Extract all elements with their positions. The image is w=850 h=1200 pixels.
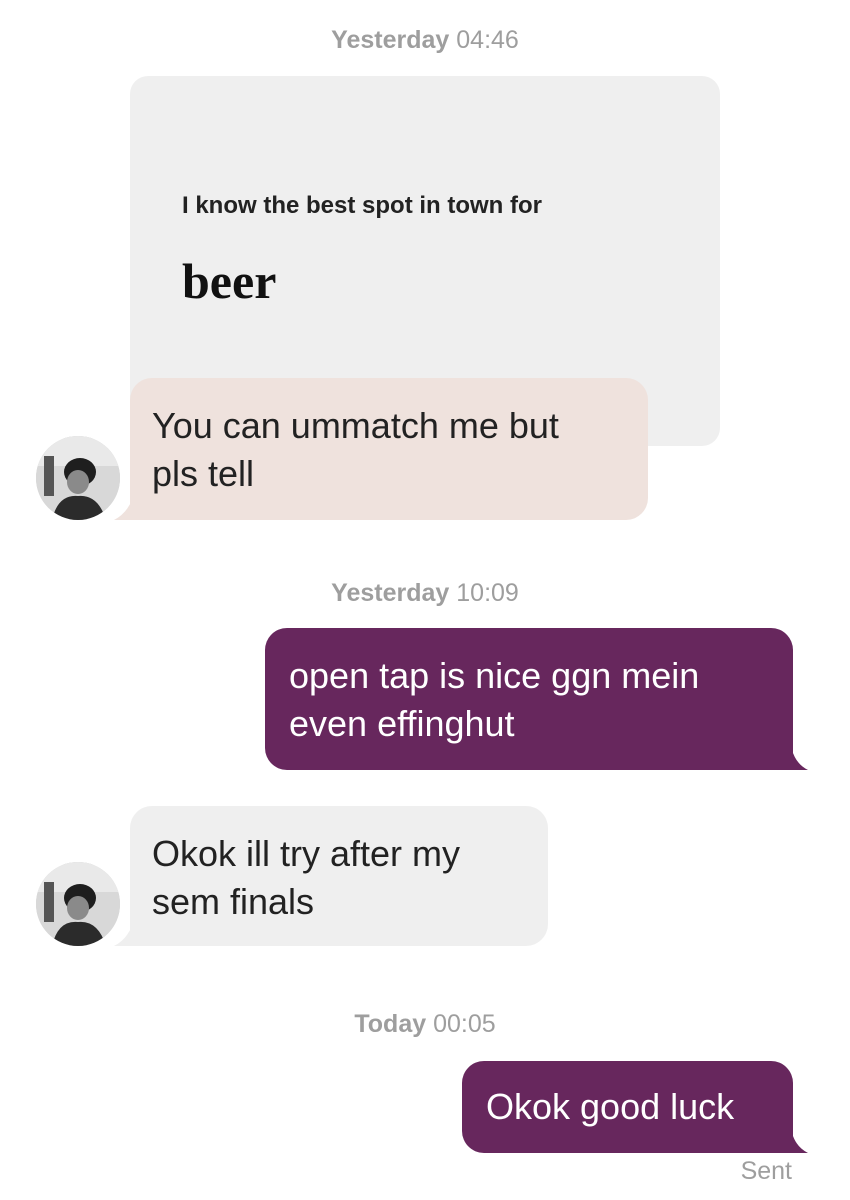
avatar[interactable] [36,862,120,946]
timestamp-time: 04:46 [456,26,519,54]
message-text: Okok good luck [486,1086,735,1127]
timestamp-day: Yesterday [331,579,450,607]
timestamp-today-0005: Today 00:05 [0,1010,850,1039]
reply-line-1: You can ummatch me but [152,405,559,446]
bubble-tail-icon [792,1133,808,1153]
message-line-1: Okok ill try after my [152,833,461,874]
timestamp-day: Today [354,1010,427,1038]
avatar[interactable] [36,436,120,520]
timestamp-day: Yesterday [331,26,450,54]
timestamp-time: 00:05 [433,1010,496,1038]
reply-line-2: pls tell [152,453,255,494]
bubble-tail-icon [792,750,808,770]
message-line-1: open tap is nice ggn mein [289,655,700,696]
avatar-photo-icon [36,436,120,520]
delivery-status: Sent [740,1157,792,1185]
prompt-question: I know the best spot in town for [182,192,542,219]
avatar-photo-icon [36,862,120,946]
bubble-tail-icon [114,500,132,520]
incoming-message-bubble[interactable]: Okok ill try after my sem finals [130,806,548,946]
bubble-tail-icon [114,926,132,946]
timestamp-time: 10:09 [456,579,519,607]
outgoing-message-bubble[interactable]: open tap is nice ggn mein even effinghut [265,628,793,770]
timestamp-yesterday-0446: Yesterday 04:46 [0,26,850,55]
reply-bubble[interactable]: You can ummatch me but pls tell [130,378,648,520]
message-line-2: sem finals [152,881,315,922]
message-line-2: even effinghut [289,703,515,744]
outgoing-message-bubble[interactable]: Okok good luck [462,1061,793,1153]
timestamp-yesterday-1009: Yesterday 10:09 [0,579,850,608]
prompt-answer: beer [182,253,277,309]
